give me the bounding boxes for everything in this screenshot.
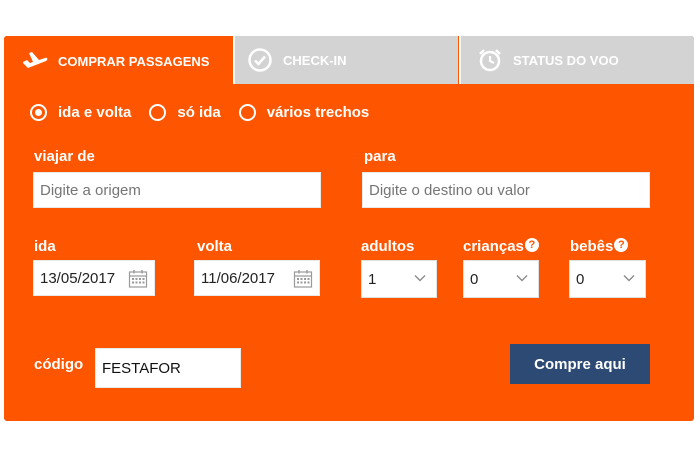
- chevron-down-icon: [414, 275, 426, 282]
- chevron-down-icon: [516, 275, 528, 282]
- radio-one-way[interactable]: só ida: [149, 104, 221, 121]
- infants-help-icon[interactable]: ?: [614, 238, 629, 252]
- origin-input[interactable]: Digite a origem: [33, 172, 321, 208]
- radio-dot[interactable]: [149, 104, 167, 121]
- promo-code-label: código: [34, 356, 84, 373]
- radio-one-way-label: só ida: [177, 104, 221, 121]
- children-help-icon[interactable]: ?: [524, 238, 539, 252]
- alarm-clock-icon: [475, 46, 505, 74]
- calendar-icon[interactable]: [128, 269, 148, 289]
- children-value: 0: [470, 270, 479, 288]
- promo-code-value: FESTAFOR: [102, 359, 181, 377]
- infants-value: 0: [576, 270, 585, 288]
- promo-code-input[interactable]: FESTAFOR: [95, 348, 241, 388]
- buy-button[interactable]: Compre aqui: [510, 344, 650, 384]
- trip-type-group: ida e volta só ida vários trechos: [30, 104, 387, 121]
- children-label: crianças: [463, 238, 524, 255]
- destination-input[interactable]: Digite o destino ou valor: [362, 172, 650, 208]
- return-date-input[interactable]: 11/06/2017: [194, 260, 320, 296]
- radio-round-trip[interactable]: ida e volta: [30, 104, 131, 121]
- depart-date-value: 13/05/2017: [40, 269, 116, 287]
- chevron-down-icon: [623, 275, 635, 282]
- calendar-icon[interactable]: [293, 269, 313, 289]
- buy-button-label: Compre aqui: [534, 355, 626, 373]
- radio-multi-city[interactable]: vários trechos: [238, 104, 370, 121]
- adults-value: 1: [368, 270, 377, 288]
- radio-dot[interactable]: [238, 104, 256, 121]
- booking-widget: COMPRAR PASSAGENS CHECK-IN STATUS DO VOO…: [4, 36, 694, 421]
- tab-check-in-label: CHECK-IN: [283, 52, 347, 68]
- destination-placeholder: Digite o destino ou valor: [369, 181, 530, 199]
- infants-select[interactable]: 0: [569, 260, 646, 298]
- origin-placeholder: Digite a origem: [40, 181, 141, 199]
- children-select[interactable]: 0: [463, 260, 539, 298]
- adults-label: adultos: [361, 238, 415, 255]
- depart-date-input[interactable]: 13/05/2017: [33, 260, 155, 296]
- adults-select[interactable]: 1: [361, 260, 437, 298]
- tab-buy-tickets[interactable]: COMPRAR PASSAGENS: [4, 36, 231, 86]
- tab-check-in[interactable]: CHECK-IN: [233, 36, 458, 84]
- depart-date-label: ida: [34, 238, 56, 255]
- radio-dot-selected[interactable]: [30, 104, 47, 121]
- origin-label: viajar de: [34, 148, 95, 165]
- infants-label-group: bebês?: [570, 238, 629, 255]
- children-label-group: crianças?: [463, 238, 539, 255]
- tab-buy-label: COMPRAR PASSAGENS: [58, 53, 210, 69]
- return-date-label: volta: [197, 238, 233, 255]
- radio-multi-city-label: vários trechos: [266, 104, 370, 121]
- tab-bar: COMPRAR PASSAGENS CHECK-IN STATUS DO VOO: [4, 36, 694, 86]
- airplane-icon: [20, 47, 50, 75]
- return-date-value: 11/06/2017: [201, 269, 275, 287]
- tab-flight-status[interactable]: STATUS DO VOO: [459, 36, 694, 84]
- infants-label: bebês: [570, 238, 614, 255]
- radio-round-trip-label: ida e volta: [58, 104, 132, 121]
- checkmark-circle-icon: [245, 46, 275, 74]
- destination-label: para: [364, 148, 396, 165]
- tab-flight-status-label: STATUS DO VOO: [513, 52, 619, 68]
